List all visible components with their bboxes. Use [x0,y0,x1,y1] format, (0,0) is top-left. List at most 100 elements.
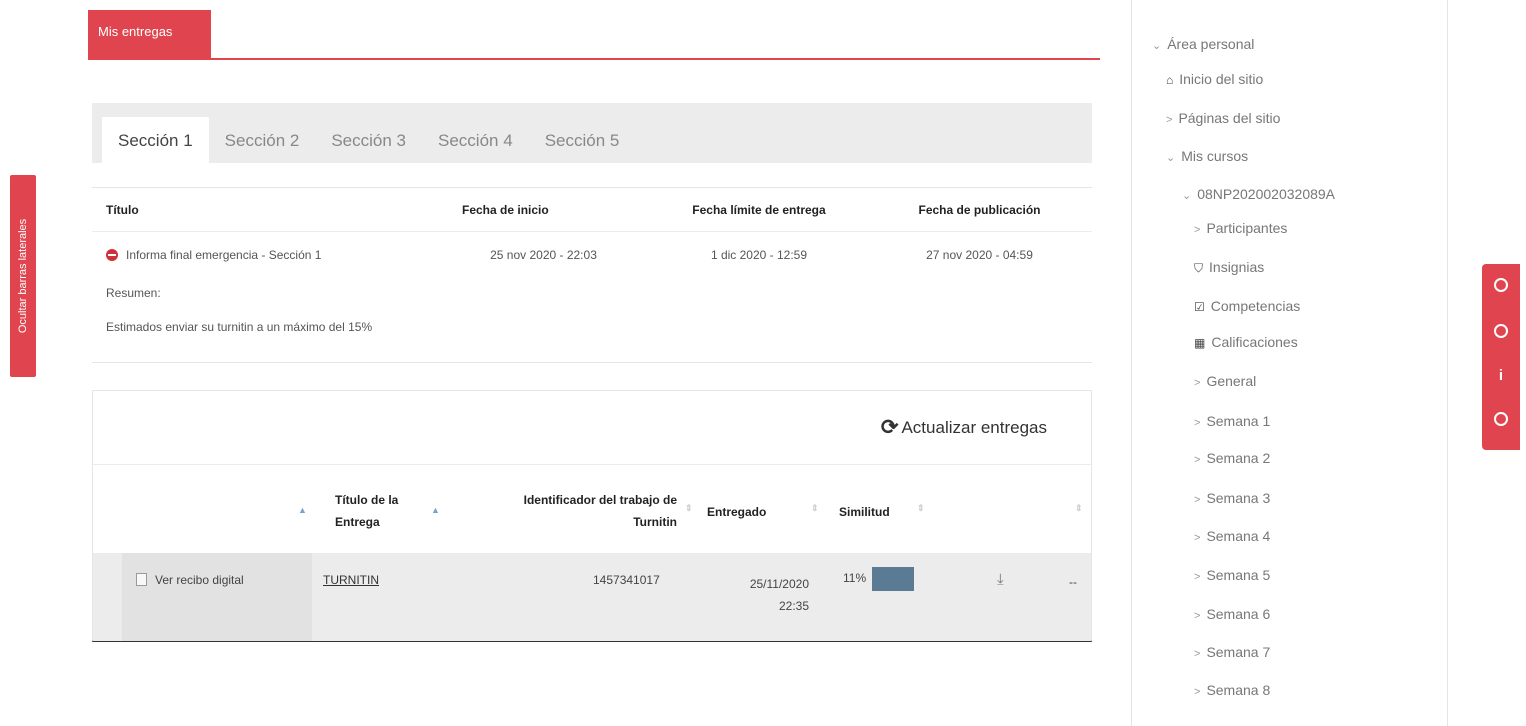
assignment-table: Título Fecha de inicio Fecha límite de e… [92,187,1092,363]
whatsapp-icon[interactable] [1482,278,1520,296]
submitted-time: 22:35 [778,599,809,613]
similarity-bar[interactable] [872,567,915,591]
assignment-row: Informa final emergencia - Sección 1 25 … [92,232,1092,278]
refresh-submissions-button[interactable]: ⟳ Actualizar entregas [881,415,1047,440]
assignment-start: 25 nov 2020 - 22:03 [490,248,597,262]
nav-semana-3-label: Semana 3 [1206,490,1271,506]
nav-semana-2-label: Semana 2 [1206,450,1271,466]
sort-icon[interactable]: ⇕ [811,503,819,514]
chevron-right-icon: > [1194,571,1201,583]
nav-competencias-label: Competencias [1210,298,1301,314]
nav-semana-5-label: Semana 5 [1206,567,1271,583]
minus-circle-icon [106,249,118,261]
sort-icon[interactable]: ⇕ [1075,503,1083,514]
chevron-down-icon: ⌄ [1152,40,1162,52]
download-icon[interactable]: ⤓ [997,571,1004,588]
chevron-right-icon: > [1194,454,1201,466]
chevron-right-icon: > [1194,532,1201,544]
tab-section-4[interactable]: Sección 4 [422,117,529,163]
home-icon: ⌂ [1166,73,1174,87]
header-submitted[interactable]: Entregado [707,501,766,523]
assignment-table-header: Título Fecha de inicio Fecha límite de e… [92,188,1092,232]
document-icon [136,573,147,586]
nav-paginas[interactable]: > Páginas del sitio [1166,110,1280,126]
nav-area-personal[interactable]: ⌄ Área personal [1152,36,1254,52]
sort-asc-icon[interactable]: ▲ [431,505,440,515]
header-submission-title[interactable]: Título de la Entrega [335,489,398,533]
hide-sidebars-label: Ocultar barras laterales [17,218,30,334]
similarity-score: 11% [843,571,867,586]
sort-icon[interactable]: ⇕ [685,503,693,514]
checkbox-icon: ☑ [1194,300,1205,314]
assignment-due: 1 dic 2020 - 12:59 [710,248,808,262]
receipt-cell: Ver recibo digital [122,553,312,641]
info-icon[interactable]: i [1482,367,1520,384]
turnitin-paper-id: 1457341017 [593,573,660,587]
assignment-published: 27 nov 2020 - 04:59 [926,248,1033,262]
nav-semana-1[interactable]: > Semana 1 [1194,413,1270,429]
help-lifebuoy-icon[interactable] [1482,324,1520,342]
floating-actions: i [1482,264,1520,450]
trailing-cell: -- [1069,575,1077,589]
sort-icon[interactable]: ⇕ [917,503,925,514]
table-row: Ver recibo digital TURNITIN 1457341017 2… [93,553,1091,641]
refresh-icon: ⟳ [880,416,899,439]
chevron-right-icon: > [1166,114,1173,126]
nav-semana-4[interactable]: > Semana 4 [1194,528,1270,544]
nav-calificaciones[interactable]: ▦ Calificaciones [1194,334,1298,350]
refresh-submissions-label: Actualizar entregas [901,417,1047,437]
nav-inicio-label: Inicio del sitio [1179,71,1264,87]
nav-mis-cursos[interactable]: ⌄ Mis cursos [1166,148,1248,164]
assignment-title-cell: Informa final emergencia - Sección 1 [92,248,446,262]
nav-semana-3[interactable]: > Semana 3 [1194,490,1270,506]
header-turnitin-id-line1: Identificador del trabajo de [523,493,677,507]
digital-receipt-link[interactable]: Ver recibo digital [136,573,244,587]
table-icon: ▦ [1194,336,1206,350]
tab-section-3[interactable]: Sección 3 [315,117,422,163]
sort-asc-icon[interactable]: ▲ [298,505,307,515]
nav-semana-5[interactable]: > Semana 5 [1194,567,1270,583]
nav-semana-1-label: Semana 1 [1206,413,1271,429]
tab-section-5[interactable]: Sección 5 [529,117,636,163]
nav-semana-2[interactable]: > Semana 2 [1194,450,1270,466]
header-start-date: Fecha de inicio [462,202,549,217]
nav-inicio[interactable]: ⌂ Inicio del sitio [1166,71,1263,87]
nav-insignias-label: Insignias [1209,259,1265,275]
chevron-right-icon: > [1194,377,1201,389]
hide-sidebars-button[interactable]: Ocultar barras laterales [10,175,36,377]
chevron-right-icon: > [1194,224,1201,236]
chevron-right-icon: > [1194,417,1201,429]
chevron-down-icon: ⌄ [1182,190,1192,202]
nav-competencias[interactable]: ☑ Competencias [1194,298,1300,314]
nav-insignias[interactable]: ⛉ Insignias [1194,259,1264,276]
similarity-cell[interactable]: 11% [843,567,915,591]
assignment-summary: Resumen: Estimados enviar su turnitin a … [92,286,1092,334]
nav-course[interactable]: ⌄ 08NP202002032089A [1182,186,1335,202]
nav-general-label: General [1206,373,1257,389]
header-turnitin-id-line2: Turnitin [633,515,677,529]
section-tabs: Sección 1 Sección 2 Sección 3 Sección 4 … [92,103,1092,163]
summary-label: Resumen: [106,286,161,300]
header-submission-title-line1: Título de la [335,493,399,507]
chevron-down-icon: ⌄ [1166,152,1176,164]
header-due-date: Fecha límite de entrega [692,202,826,217]
nav-mis-cursos-label: Mis cursos [1181,148,1249,164]
nav-semana-6[interactable]: > Semana 6 [1194,606,1270,622]
nav-participantes[interactable]: > Participantes [1194,220,1287,236]
nav-course-label: 08NP202002032089A [1197,186,1336,202]
header-similarity[interactable]: Similitud [839,501,890,523]
header-underline [88,58,1100,60]
submission-title-link[interactable]: TURNITIN [323,573,379,587]
header-turnitin-id[interactable]: Identificador del trabajo de Turnitin [485,489,677,533]
nav-semana-6-label: Semana 6 [1206,606,1271,622]
nav-general[interactable]: > General [1194,373,1256,389]
tab-section-2[interactable]: Sección 2 [209,117,316,163]
tab-mis-entregas-label: Mis entregas [98,24,173,39]
chevron-right-icon: > [1194,648,1201,660]
support-lifebuoy-icon[interactable] [1482,412,1520,430]
tab-mis-entregas[interactable]: Mis entregas [88,10,211,58]
tab-section-1[interactable]: Sección 1 [102,117,209,163]
nav-semana-8[interactable]: > Semana 8 [1194,682,1270,698]
nav-semana-7[interactable]: > Semana 7 [1194,644,1270,660]
nav-participantes-label: Participantes [1206,220,1288,236]
